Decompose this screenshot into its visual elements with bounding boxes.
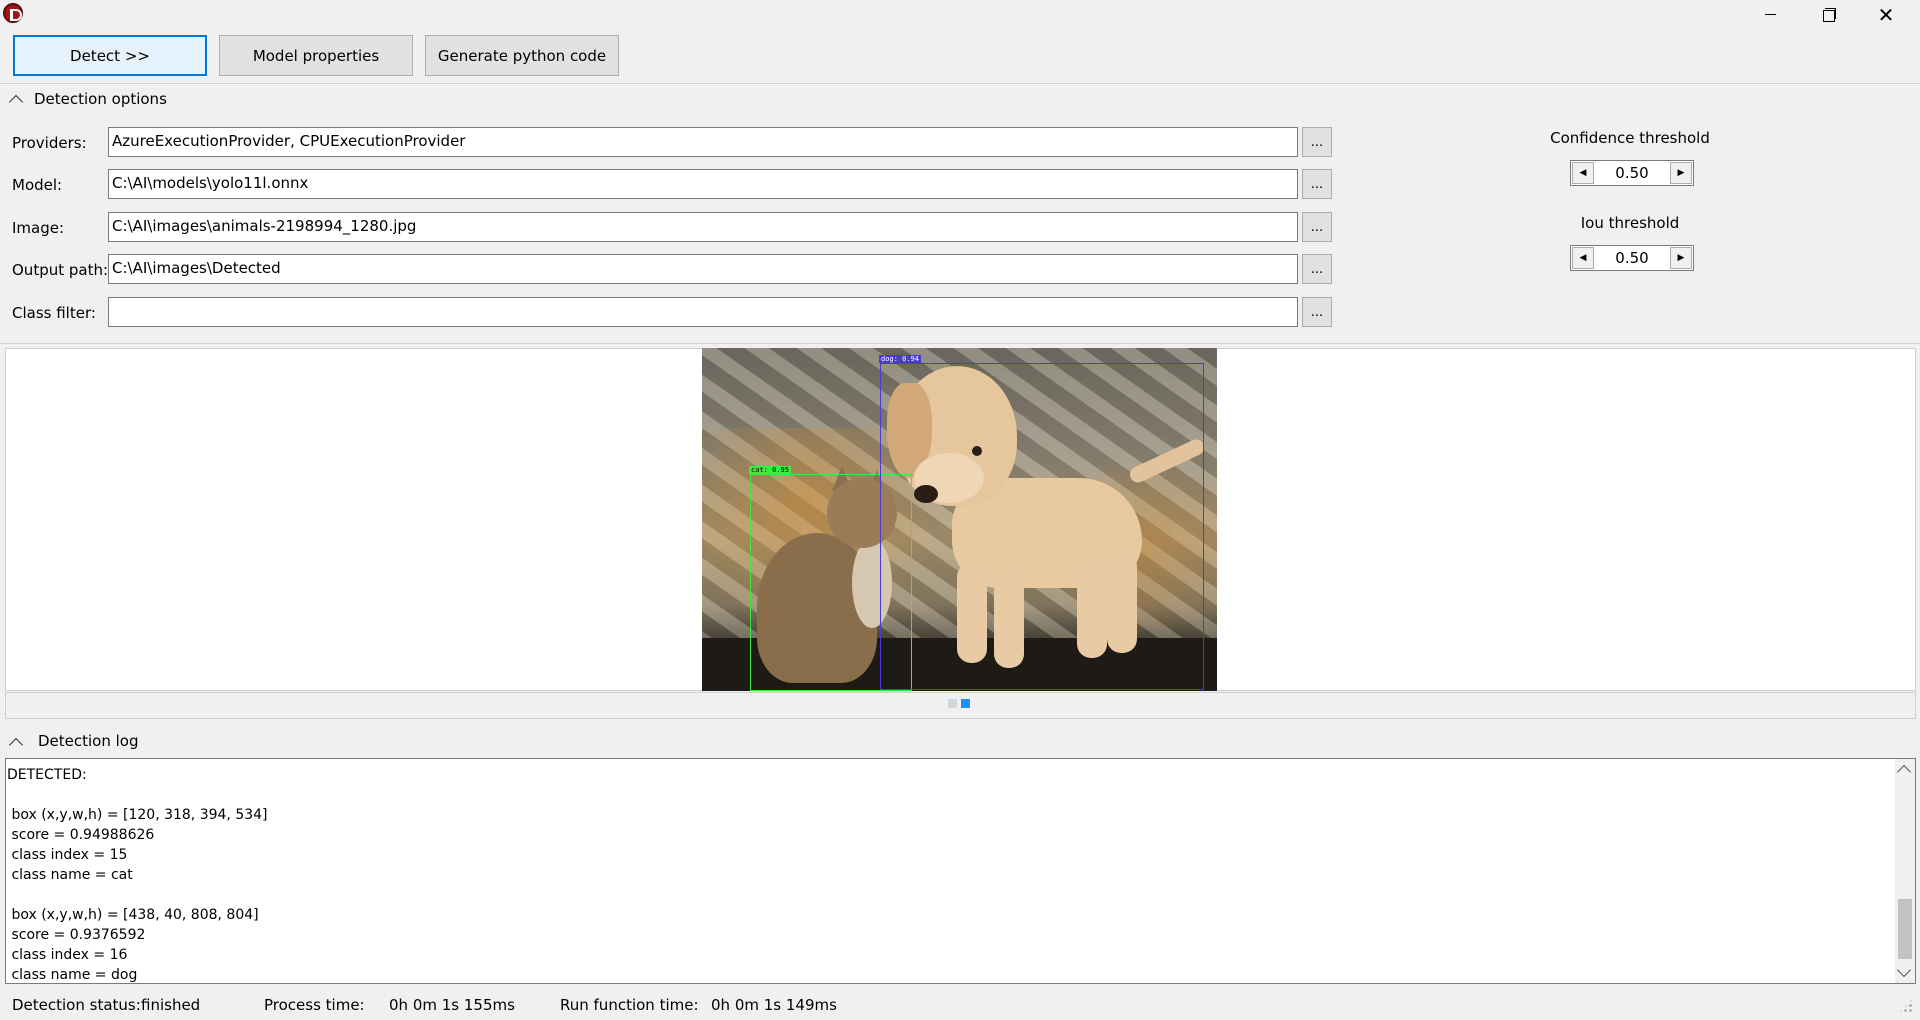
image-label: Image:: [12, 219, 65, 237]
generate-python-code-button[interactable]: Generate python code: [425, 35, 619, 76]
class-filter-input[interactable]: [108, 297, 1298, 327]
section-title: Detection log: [38, 732, 139, 750]
detection-log-header[interactable]: Detection log: [0, 726, 1920, 756]
model-path-input[interactable]: C:\AI\models\yolo11l.onnx: [108, 169, 1298, 199]
model-properties-button[interactable]: Model properties: [219, 35, 413, 76]
detection-log-textarea[interactable]: DETECTED: box (x,y,w,h) = [120, 318, 394…: [5, 758, 1916, 984]
model-label: Model:: [12, 176, 63, 194]
chevron-up-icon[interactable]: [8, 94, 24, 110]
run-function-time-value: 0h 0m 1s 149ms: [711, 996, 837, 1014]
run-function-time-label: Run function time:: [560, 996, 699, 1014]
increment-icon[interactable]: ▶: [1670, 247, 1692, 269]
detected-image[interactable]: cat: 0.95 dog: 0.94: [702, 348, 1217, 691]
maximize-icon[interactable]: [1799, 0, 1857, 29]
detection-options-header[interactable]: Detection options: [0, 84, 1920, 114]
class-filter-label: Class filter:: [12, 304, 96, 322]
providers-input[interactable]: AzureExecutionProvider, CPUExecutionProv…: [108, 127, 1298, 157]
detection-status-value: finished: [141, 996, 201, 1014]
minimize-icon[interactable]: [1741, 0, 1799, 29]
model-browse-button[interactable]: ...: [1302, 169, 1332, 199]
bounding-box-label-dog: dog: 0.94: [879, 355, 921, 363]
iou-threshold-spinner[interactable]: ◀ 0.50 ▶: [1570, 245, 1694, 271]
iou-threshold-value[interactable]: 0.50: [1595, 249, 1669, 267]
detection-status-label: Detection status:: [12, 996, 141, 1014]
class-filter-browse-button[interactable]: ...: [1302, 297, 1332, 327]
confidence-threshold-label: Confidence threshold: [1550, 129, 1710, 147]
output-path-browse-button[interactable]: ...: [1302, 254, 1332, 284]
image-browse-button[interactable]: ...: [1302, 212, 1332, 242]
iou-threshold-label: Iou threshold: [1580, 214, 1680, 232]
confidence-threshold-spinner[interactable]: ◀ 0.50 ▶: [1570, 160, 1694, 186]
page-indicator-dot[interactable]: [948, 699, 957, 708]
chevron-up-icon[interactable]: [8, 737, 24, 753]
output-path-input[interactable]: C:\AI\images\Detected: [108, 254, 1298, 284]
vertical-scrollbar[interactable]: [1895, 759, 1915, 983]
detect-button[interactable]: Detect >>: [13, 35, 207, 76]
close-icon[interactable]: ✕: [1857, 0, 1915, 29]
providers-label: Providers:: [12, 134, 87, 152]
process-time-label: Process time:: [264, 996, 365, 1014]
process-time-value: 0h 0m 1s 155ms: [389, 996, 515, 1014]
scroll-thumb[interactable]: [1898, 899, 1912, 959]
detection-log-text: DETECTED: box (x,y,w,h) = [120, 318, 394…: [7, 767, 268, 983]
section-title: Detection options: [34, 90, 167, 108]
resize-grip-icon[interactable]: [1898, 998, 1914, 1014]
title-bar: ✕: [0, 0, 1920, 29]
scroll-up-icon[interactable]: [1896, 764, 1912, 780]
scroll-down-icon[interactable]: [1896, 962, 1912, 978]
bounding-box-label-cat: cat: 0.95: [749, 466, 791, 474]
bounding-box-dog: [880, 363, 1204, 690]
confidence-threshold-value[interactable]: 0.50: [1595, 164, 1669, 182]
output-path-label: Output path:: [12, 261, 109, 279]
decrement-icon[interactable]: ◀: [1572, 162, 1594, 184]
divider: [0, 343, 1920, 344]
app-logo-icon: [3, 3, 23, 23]
image-path-input[interactable]: C:\AI\images\animals-2198994_1280.jpg: [108, 212, 1298, 242]
increment-icon[interactable]: ▶: [1670, 162, 1692, 184]
providers-browse-button[interactable]: ...: [1302, 127, 1332, 157]
page-indicator-dot-active[interactable]: [961, 699, 970, 708]
decrement-icon[interactable]: ◀: [1572, 247, 1594, 269]
